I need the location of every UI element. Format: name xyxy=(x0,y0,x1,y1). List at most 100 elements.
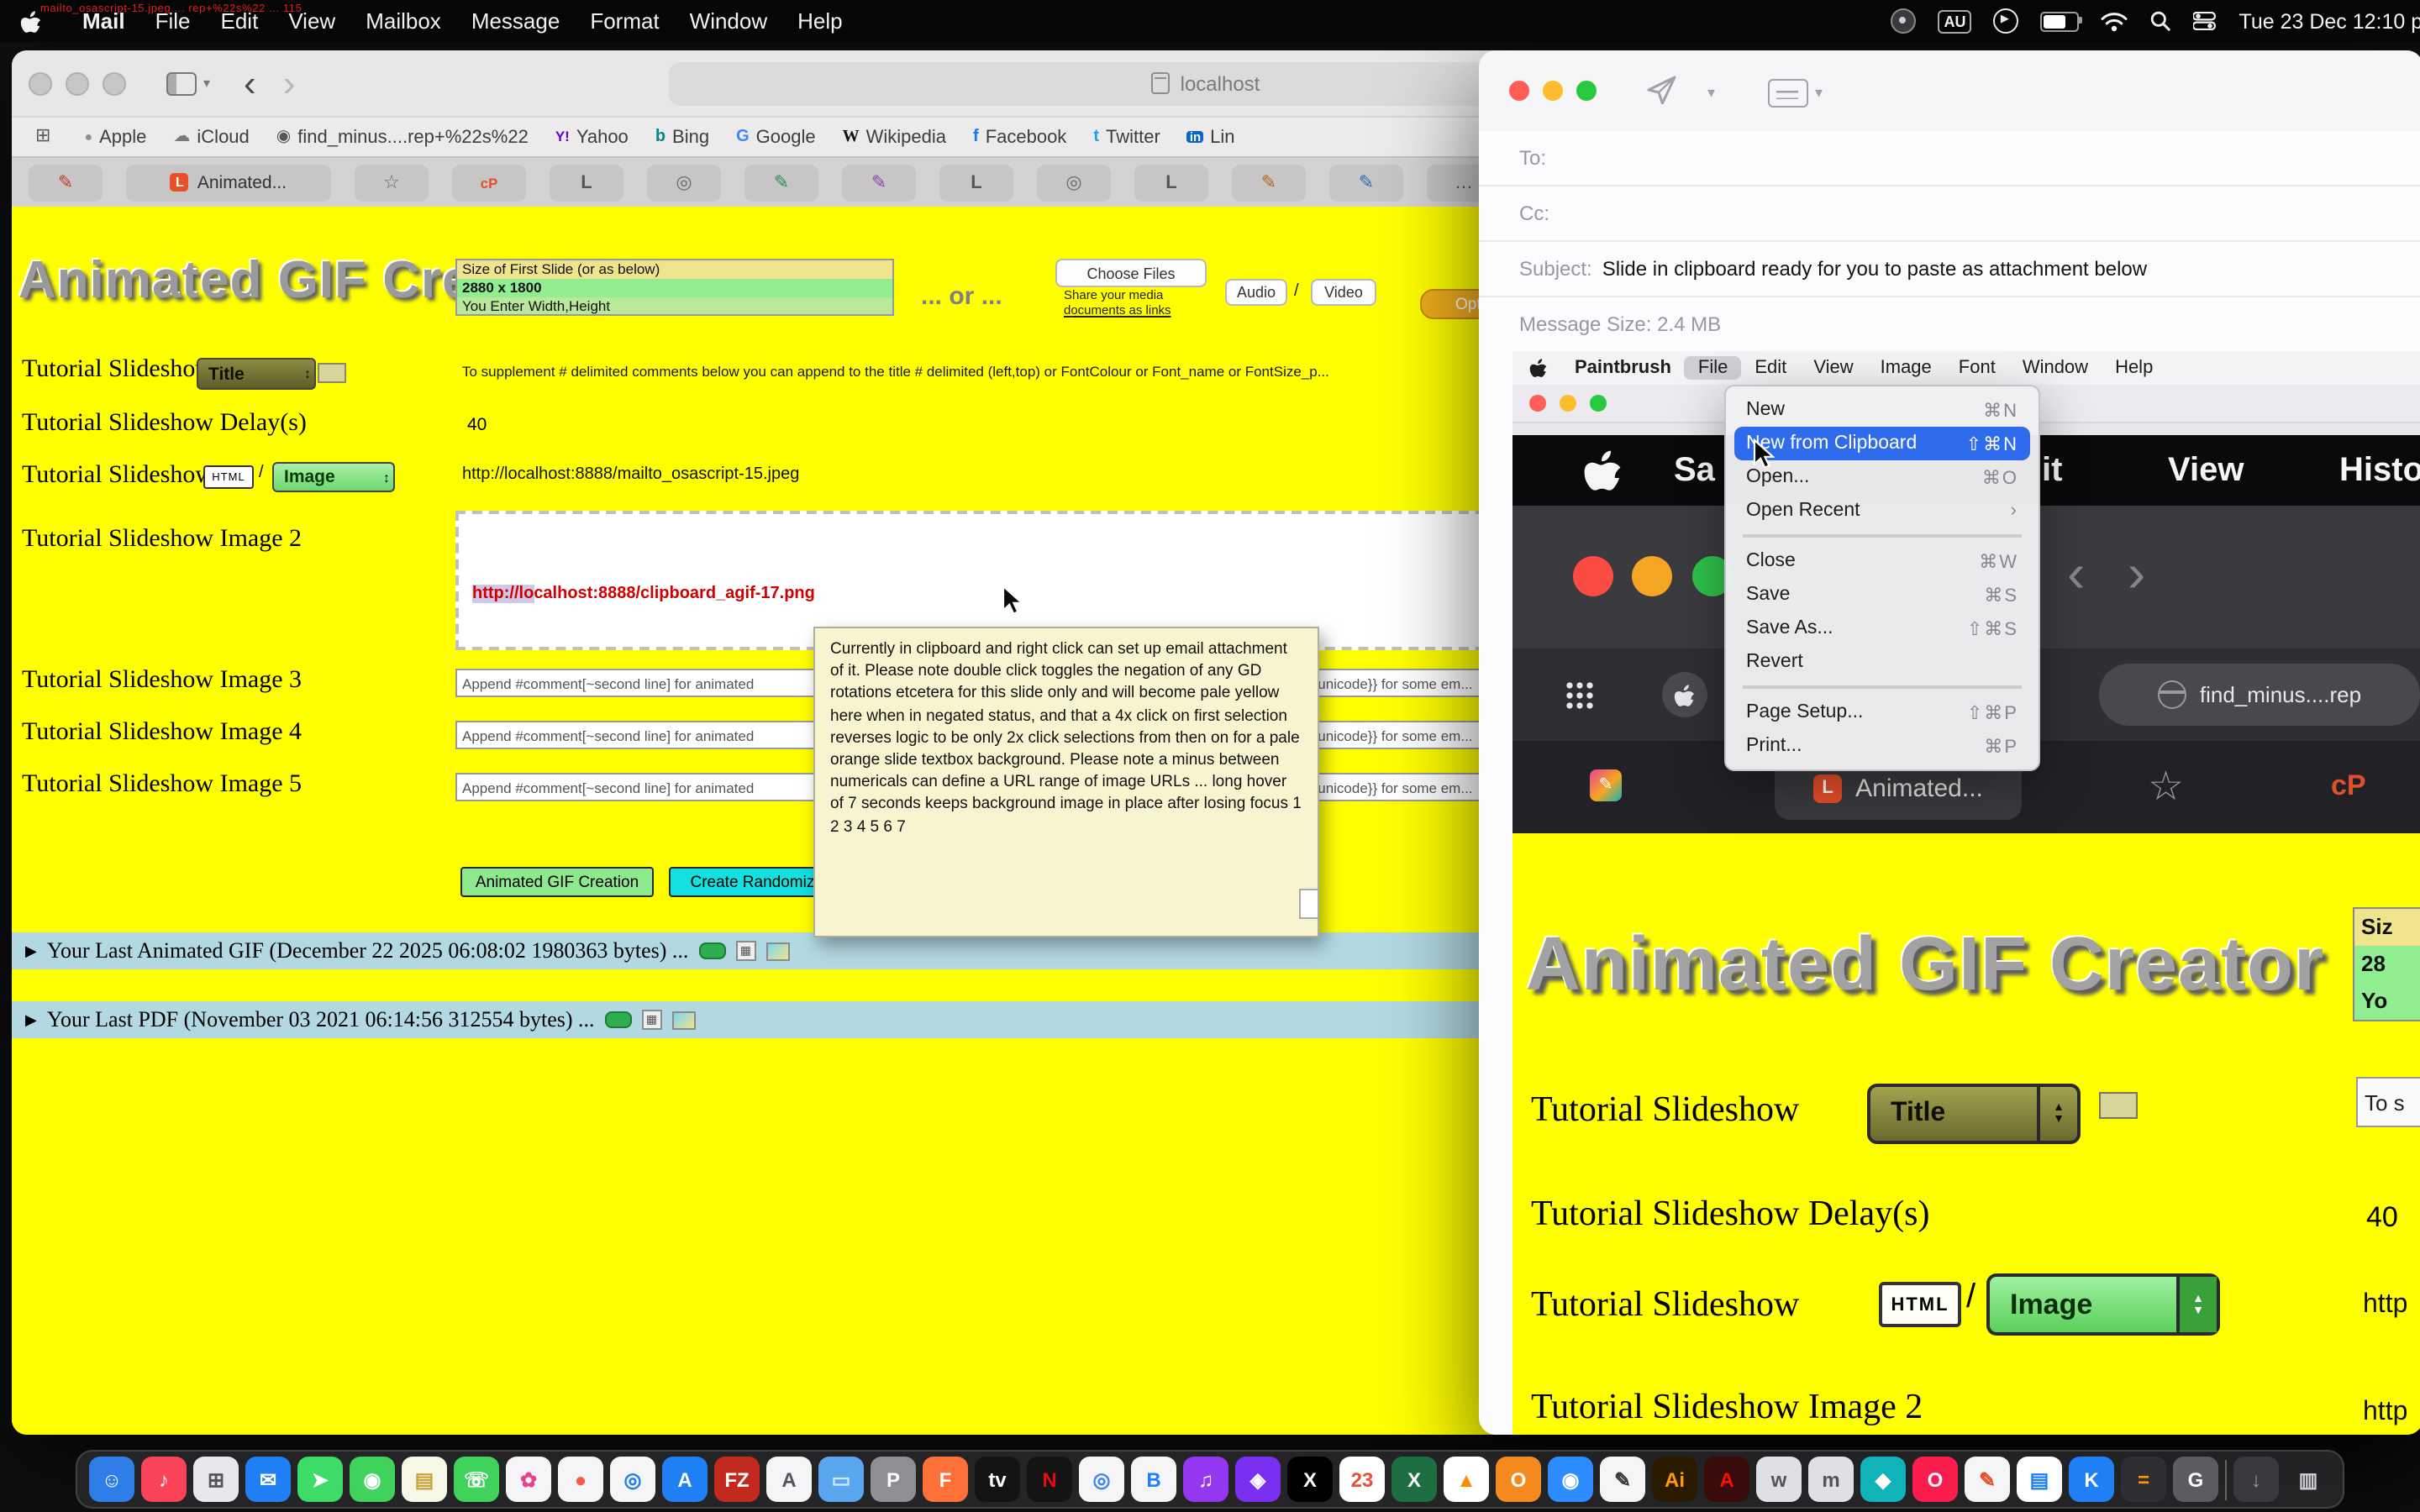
battery-icon[interactable] xyxy=(2041,11,2080,31)
dock-icon[interactable]: ◆ xyxy=(1860,1457,1906,1502)
menu-item[interactable]: Save As... ⇧⌘S xyxy=(1726,612,2039,645)
dock-icon[interactable]: B xyxy=(1131,1457,1176,1502)
bookmark-item[interactable]: f Facebook xyxy=(973,127,1066,147)
green-pill-icon[interactable] xyxy=(698,942,725,959)
status-app-icon[interactable] xyxy=(1891,8,1917,34)
menu-item[interactable] xyxy=(1743,685,2022,689)
dock-icon[interactable]: G xyxy=(2173,1457,2218,1502)
paintbrush-menu-item[interactable]: Edit xyxy=(1741,356,1800,380)
close-button[interactable] xyxy=(1529,395,1546,412)
pinned-tab[interactable]: ✎ xyxy=(1232,164,1306,201)
pinned-tab[interactable]: ✎ xyxy=(842,164,916,201)
dock-icon[interactable]: A xyxy=(766,1457,812,1502)
dock-icon[interactable]: N xyxy=(1027,1457,1072,1502)
minimize-button[interactable] xyxy=(1560,395,1576,412)
menu-bar-clock[interactable]: Tue 23 Dec 12:10 pm xyxy=(2239,9,2420,33)
dock-icon[interactable]: ▲ xyxy=(1444,1457,1489,1502)
chevron-down-icon[interactable]: ▾ xyxy=(203,76,210,91)
bookmark-item[interactable]: G Google xyxy=(736,127,816,147)
minimize-button[interactable] xyxy=(1543,81,1563,101)
send-icon[interactable] xyxy=(1647,76,1677,113)
disclosure-triangle-icon[interactable]: ▶ xyxy=(25,942,37,960)
menu-item[interactable]: New ⌘N xyxy=(1726,393,2039,427)
dock-icon[interactable]: ● xyxy=(558,1457,603,1502)
menu-item[interactable]: Revert xyxy=(1726,645,2039,679)
paintbrush-menu-item[interactable]: Help xyxy=(2102,356,2166,380)
bookmark-item[interactable]: ◉ find_minus....rep+%22s%22 xyxy=(276,127,529,147)
tooltip-resize-handle[interactable] xyxy=(1299,889,1319,919)
menu-item[interactable]: Close ⌘W xyxy=(1726,544,2039,578)
dock-icon[interactable]: O xyxy=(1496,1457,1541,1502)
dock-icon[interactable]: ◉ xyxy=(1548,1457,1593,1502)
cc-field[interactable]: Cc: xyxy=(1479,186,2420,242)
dock-icon[interactable]: w xyxy=(1756,1457,1802,1502)
spotlight-search-icon[interactable] xyxy=(2150,10,2172,32)
pinned-tab[interactable]: ✎ xyxy=(1329,164,1403,201)
bookmark-item[interactable]: in Lin xyxy=(1187,127,1235,147)
bookmark-item[interactable]: t Twitter xyxy=(1093,127,1160,147)
wifi-icon[interactable] xyxy=(2102,11,2128,31)
delay-input[interactable]: 40 xyxy=(467,415,487,435)
paintbrush-menu-item[interactable]: Window xyxy=(2009,356,2102,380)
pinned-tab[interactable]: ◎ xyxy=(647,164,721,201)
subject-field[interactable]: Subject: Slide in clipboard ready for yo… xyxy=(1479,242,2420,297)
dock-icon[interactable]: Ai xyxy=(1652,1457,1697,1502)
pinned-tab[interactable]: ✎ xyxy=(744,164,818,201)
pinned-tab[interactable]: ☆ xyxy=(355,164,429,201)
close-button[interactable] xyxy=(29,71,52,95)
paintbrush-menu-item[interactable]: View xyxy=(1800,356,1866,380)
paintbrush-menu-item[interactable]: File xyxy=(1685,356,1741,380)
menu-item[interactable]: Save ⌘S xyxy=(1726,578,2039,612)
video-button[interactable]: Video xyxy=(1311,279,1376,306)
menu-item[interactable]: Open Recent › xyxy=(1726,494,2039,528)
choose-files-button[interactable]: Choose Files xyxy=(1055,259,1207,287)
image-select[interactable]: Image xyxy=(272,462,395,492)
pinned-tab[interactable]: ✎ xyxy=(29,164,103,201)
minimize-button[interactable] xyxy=(66,71,89,95)
html-chip-button[interactable]: HTML xyxy=(203,465,254,489)
dock-icon[interactable]: P xyxy=(871,1457,916,1502)
color-swatch[interactable] xyxy=(318,363,346,383)
dock-icon[interactable]: = xyxy=(2121,1457,2166,1502)
menu-bar-item[interactable]: Help xyxy=(782,8,858,34)
dock-icon[interactable]: ✎ xyxy=(1600,1457,1645,1502)
dock-icon[interactable]: ➤ xyxy=(297,1457,343,1502)
bookmark-item[interactable]: Y! Yahoo xyxy=(555,127,629,147)
paintbrush-menu-item[interactable]: Font xyxy=(1945,356,2009,380)
sidebar-toggle-icon[interactable] xyxy=(166,71,197,95)
dock-icon[interactable]: A xyxy=(662,1457,708,1502)
grid-badge-icon[interactable] xyxy=(735,941,755,961)
pinned-tab[interactable]: cP xyxy=(452,164,526,201)
bookmark-item[interactable]: ● Apple xyxy=(84,127,146,147)
dock-icon[interactable]: O xyxy=(1912,1457,1958,1502)
back-button[interactable]: ‹ xyxy=(244,65,256,102)
dock-icon[interactable] xyxy=(2225,1459,2227,1499)
photo-chip-icon[interactable] xyxy=(765,942,789,960)
dock-icon[interactable]: ☏ xyxy=(454,1457,499,1502)
menu-bar-item[interactable]: Window xyxy=(675,8,783,34)
bookmark-item[interactable]: ☁ iCloud xyxy=(173,127,249,147)
dock-icon[interactable]: F xyxy=(923,1457,968,1502)
apple-menu-icon[interactable] xyxy=(1529,358,1548,378)
forward-button[interactable]: › xyxy=(283,65,296,102)
tab-animated[interactable]: L Animated... xyxy=(126,164,331,201)
grid-badge-icon[interactable] xyxy=(642,1010,662,1030)
bookmark-item[interactable]: b Bing xyxy=(655,127,709,147)
clipboard-image-link[interactable]: http://localhost:8888/clipboard_agif-17.… xyxy=(472,585,815,603)
dock-icon[interactable]: ♫ xyxy=(1183,1457,1228,1502)
dock-icon[interactable]: FZ xyxy=(714,1457,760,1502)
dock-icon[interactable]: ✿ xyxy=(506,1457,551,1502)
dock-icon[interactable]: X xyxy=(1392,1457,1437,1502)
photo-chip-icon[interactable] xyxy=(672,1011,696,1029)
zoom-button[interactable] xyxy=(1576,81,1597,101)
pinned-tab[interactable]: L xyxy=(939,164,1013,201)
pinned-tab[interactable]: ◎ xyxy=(1037,164,1111,201)
size-box[interactable]: Size of First Slide (or as below) 2880 x… xyxy=(455,259,894,317)
input-source-badge[interactable]: AU xyxy=(1939,9,1972,33)
dock-icon[interactable]: K xyxy=(2069,1457,2114,1502)
play-icon[interactable] xyxy=(1994,8,2019,34)
dock-icon[interactable]: ▤ xyxy=(2017,1457,2062,1502)
pinned-tab[interactable]: L xyxy=(550,164,623,201)
dock-icon[interactable]: X xyxy=(1287,1457,1333,1502)
dock-icon[interactable]: ☺ xyxy=(89,1457,134,1502)
